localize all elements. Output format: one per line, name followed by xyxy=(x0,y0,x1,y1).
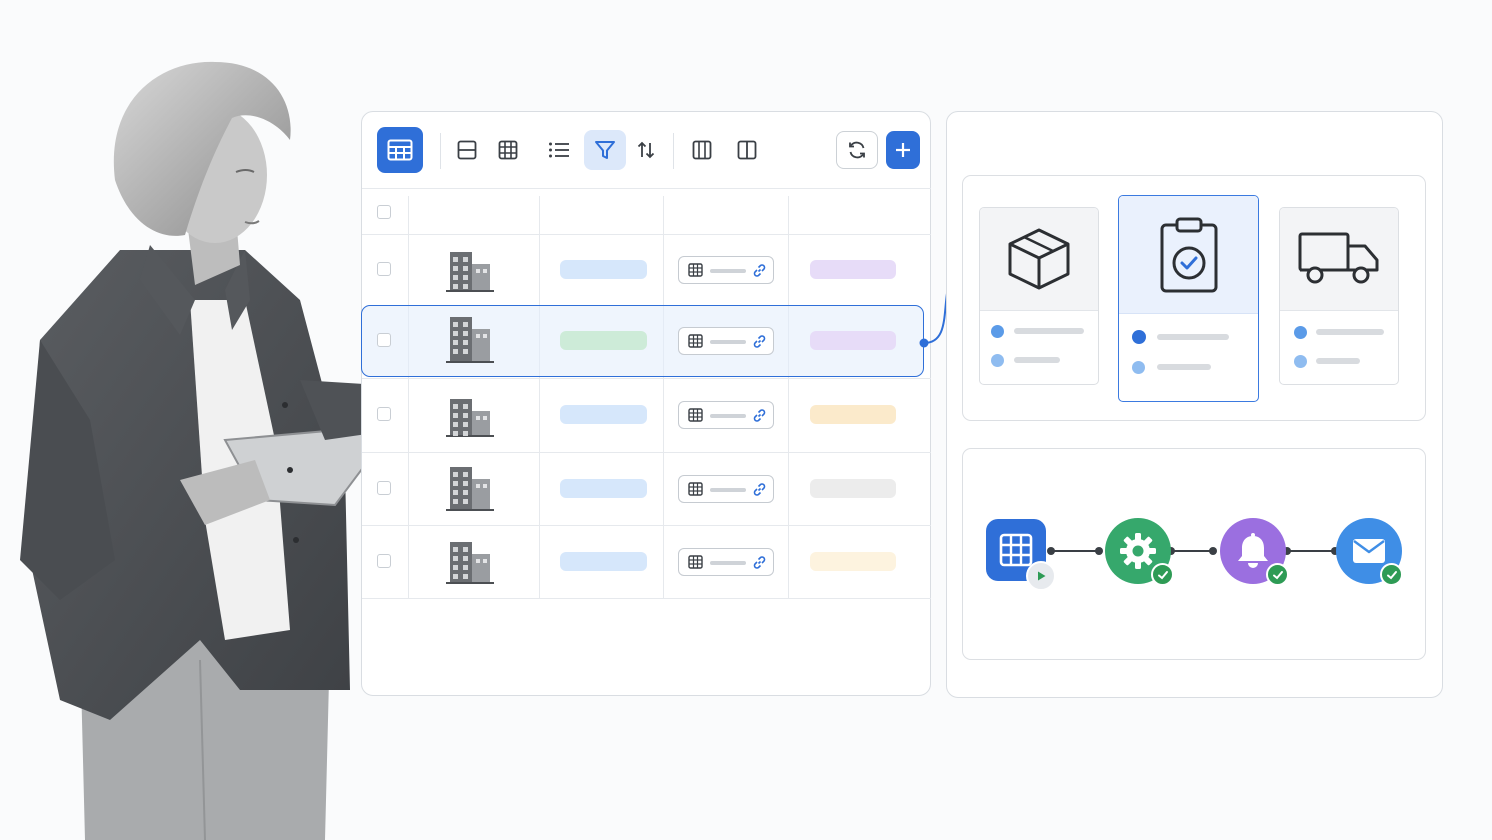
link-icon xyxy=(753,482,766,496)
table-icon xyxy=(688,554,703,569)
list-view-button[interactable] xyxy=(539,130,579,170)
stage-card-review[interactable] xyxy=(1118,195,1259,402)
table-icon xyxy=(999,533,1033,567)
bell-icon xyxy=(1238,533,1268,568)
check-icon xyxy=(1266,563,1289,586)
filter-button[interactable] xyxy=(584,130,626,170)
building-icon xyxy=(446,466,494,511)
gear-icon xyxy=(1120,533,1156,569)
status-pill xyxy=(560,478,647,498)
sort-icon xyxy=(637,141,655,159)
refresh-icon xyxy=(849,141,865,159)
row-checkbox[interactable] xyxy=(377,407,391,421)
link-icon xyxy=(753,555,766,569)
tag-pill xyxy=(810,259,896,279)
linked-record-chip[interactable] xyxy=(678,474,774,503)
table-view-button[interactable] xyxy=(377,127,423,173)
flow-link xyxy=(1047,547,1103,555)
flow-link xyxy=(1283,547,1339,555)
play-icon xyxy=(1026,561,1056,591)
table-icon xyxy=(688,408,703,422)
row-thumbnail xyxy=(442,534,498,591)
table-icon xyxy=(688,481,703,496)
table-icon xyxy=(688,334,703,348)
row-checkbox[interactable] xyxy=(377,261,391,276)
box-icon xyxy=(1008,228,1070,290)
status-pill xyxy=(560,259,647,279)
link-icon xyxy=(753,409,766,422)
clipboard-check-icon xyxy=(1160,217,1217,292)
table-view-icon xyxy=(387,139,413,161)
check-icon xyxy=(1151,563,1174,586)
status-pill xyxy=(560,331,647,350)
list-view-icon xyxy=(549,142,569,158)
add-button[interactable] xyxy=(886,131,920,169)
chip-placeholder xyxy=(710,268,746,273)
chip-placeholder xyxy=(710,340,746,344)
row-checkbox[interactable] xyxy=(377,553,391,568)
building-icon xyxy=(446,251,494,292)
sort-button[interactable] xyxy=(626,130,666,170)
truck-icon xyxy=(1298,232,1379,284)
table-icon xyxy=(688,262,703,277)
row-thumbnail xyxy=(442,242,498,299)
split-view-button[interactable] xyxy=(727,130,767,170)
linked-record-chip[interactable] xyxy=(678,327,774,355)
check-icon xyxy=(1380,563,1403,586)
mail-icon xyxy=(1353,539,1385,563)
building-icon xyxy=(446,317,494,363)
chip-placeholder xyxy=(710,560,746,565)
row-view-button[interactable] xyxy=(447,130,487,170)
refresh-button[interactable] xyxy=(836,131,878,169)
chip-placeholder xyxy=(710,487,746,492)
stage-card-package[interactable] xyxy=(979,207,1099,385)
row-view-icon xyxy=(457,140,477,160)
add-icon xyxy=(896,143,910,157)
linked-record-chip[interactable] xyxy=(678,401,774,429)
link-icon xyxy=(753,335,766,348)
row-thumbnail xyxy=(442,313,498,370)
link-icon xyxy=(753,263,766,277)
split-view-icon xyxy=(737,140,757,160)
tag-pill xyxy=(810,478,896,498)
row-checkbox[interactable] xyxy=(377,480,391,495)
filter-icon xyxy=(595,141,615,159)
status-pill xyxy=(560,551,647,571)
linked-record-chip[interactable] xyxy=(678,547,774,576)
row-thumbnail xyxy=(442,461,498,518)
toolbar-divider xyxy=(362,188,931,189)
grid-view-button[interactable] xyxy=(488,130,528,170)
tag-pill xyxy=(810,331,896,350)
flow-link xyxy=(1167,547,1217,555)
building-icon xyxy=(446,399,494,437)
columns-icon xyxy=(692,140,712,160)
chip-placeholder xyxy=(710,414,746,418)
row-thumbnail xyxy=(442,387,498,444)
building-icon xyxy=(446,541,494,584)
tag-pill xyxy=(810,551,896,571)
select-all-checkbox[interactable] xyxy=(377,205,391,219)
columns-button[interactable] xyxy=(682,130,722,170)
linked-record-chip[interactable] xyxy=(678,255,774,284)
grid-view-icon xyxy=(498,140,518,160)
tag-pill xyxy=(810,405,896,424)
stage-card-delivery[interactable] xyxy=(1279,207,1399,385)
status-pill xyxy=(560,405,647,424)
row-checkbox[interactable] xyxy=(377,333,391,347)
